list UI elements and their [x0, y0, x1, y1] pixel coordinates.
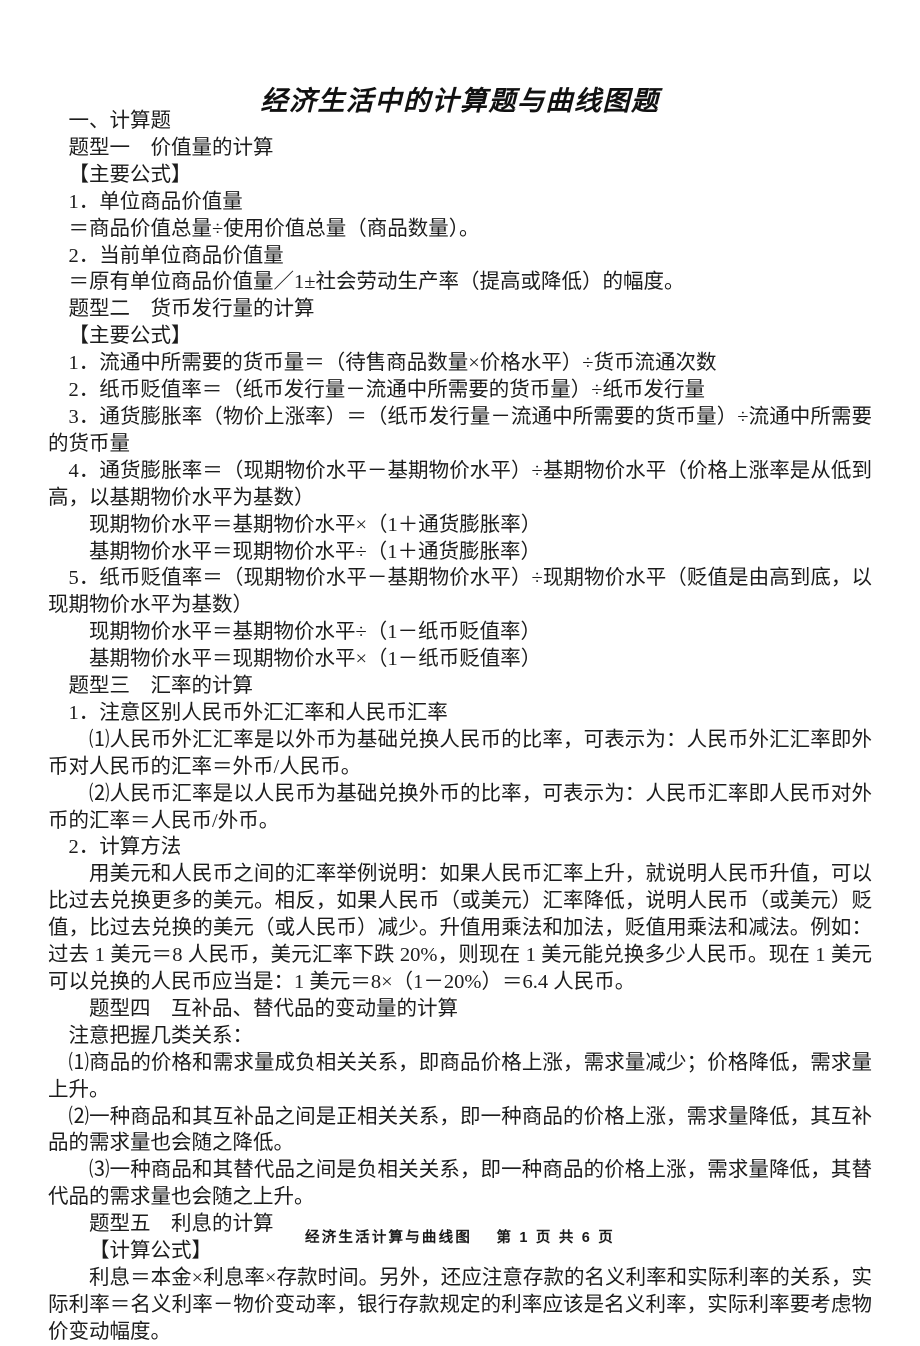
body-line: 题型四 互补品、替代品的变动量的计算	[89, 997, 458, 1020]
body-line: 1．单位商品价值量	[68, 190, 243, 213]
body-line: 注意把握几类关系：	[68, 1024, 254, 1047]
body-line: 2．当前单位商品价值量	[68, 244, 284, 267]
body-line: ＝商品价值总量÷使用价值总量（商品数量）。	[68, 217, 480, 240]
body-line: 题型一 价值量的计算	[68, 136, 274, 159]
body-line: ⑵一种商品和其互补品之间是正相关关系，即一种商品的价格上涨，需求量降低，其互补品…	[48, 1105, 872, 1155]
body-line: ⑶一种商品和其替代品之间是负相关关系，即一种商品的价格上涨，需求量降低，其替代品…	[48, 1159, 872, 1209]
body-line: 现期物价水平＝基期物价水平÷（1－纸币贬值率）	[89, 621, 541, 644]
footer-page-label: 第 1 页 共 6 页	[496, 1230, 615, 1246]
body-line: 用美元和人民币之间的汇率举例说明：如果人民币汇率上升，就说明人民币升值，可以比过…	[48, 863, 872, 993]
body-line: 2．纸币贬值率＝（纸币发行量－流通中所需要的货币量）÷纸币发行量	[68, 379, 706, 402]
body-line: 1．注意区别人民币外汇汇率和人民币汇率	[68, 701, 448, 724]
document-body: 一、计算题题型一 价值量的计算 【主要公式】 1．单位商品价值量 ＝商品价值总量÷使用…	[48, 108, 872, 1346]
page-footer: 经济生活计算与曲线图 第 1 页 共 6 页	[48, 1228, 872, 1248]
body-line: 基期物价水平＝现期物价水平×（1－纸币贬值率）	[89, 648, 542, 671]
body-line: 3．通货膨胀率（物价上涨率）＝（纸币发行量－流通中所需要的货币量）÷流通中所需要…	[48, 405, 872, 455]
body-line: 基期物价水平＝现期物价水平÷（1＋通货膨胀率）	[89, 540, 541, 563]
body-line: ＝原有单位商品价值量／1±社会劳动生产率（提高或降低）的幅度。	[68, 271, 685, 294]
body-line: 4．通货膨胀率＝（现期物价水平－基期物价水平）÷基期物价水平（价格上涨率是从低到…	[48, 459, 872, 509]
body-line: 2．计算方法	[68, 836, 182, 859]
body-line: 1．流通中所需要的货币量＝（待售商品数量×价格水平）÷货币流通次数	[68, 352, 717, 375]
document-page: 经济生活中的计算题与曲线图题 一、计算题 题型一 价值量的计算 【主要公式】 1．单位…	[0, 0, 920, 1343]
body-line: 【主要公式】	[68, 163, 192, 186]
body-line: ⑵人民币汇率是以人民币为基础兑换外币的比率，可表示为：人民币汇率即人民币对外币的…	[48, 782, 872, 832]
footer-doc-name: 经济生活计算与曲线图	[305, 1230, 473, 1246]
body-line: 利息＝本金×利息率×存款时间。另外，还应注意存款的名义利率和实际利率的关系，实际…	[48, 1266, 872, 1343]
body-line: ⑴人民币外汇汇率是以外币为基础兑换人民币的比率，可表示为：人民币外汇汇率即外币对…	[48, 728, 872, 778]
body-line: ⑴商品的价格和需求量成负相关关系，即商品价格上涨，需求量减少；价格降低，需求量上…	[48, 1051, 872, 1101]
body-line: 5．纸币贬值率＝（现期物价水平－基期物价水平）÷现期物价水平（贬值是由高到底，以…	[48, 567, 872, 617]
body-line: 题型二 货币发行量的计算	[68, 298, 315, 321]
body-line: 现期物价水平＝基期物价水平×（1＋通货膨胀率）	[89, 513, 542, 536]
body-line: 一、计算题	[68, 110, 172, 132]
body-line: 题型三 汇率的计算	[68, 675, 254, 698]
body-line: 【主要公式】	[68, 325, 192, 348]
